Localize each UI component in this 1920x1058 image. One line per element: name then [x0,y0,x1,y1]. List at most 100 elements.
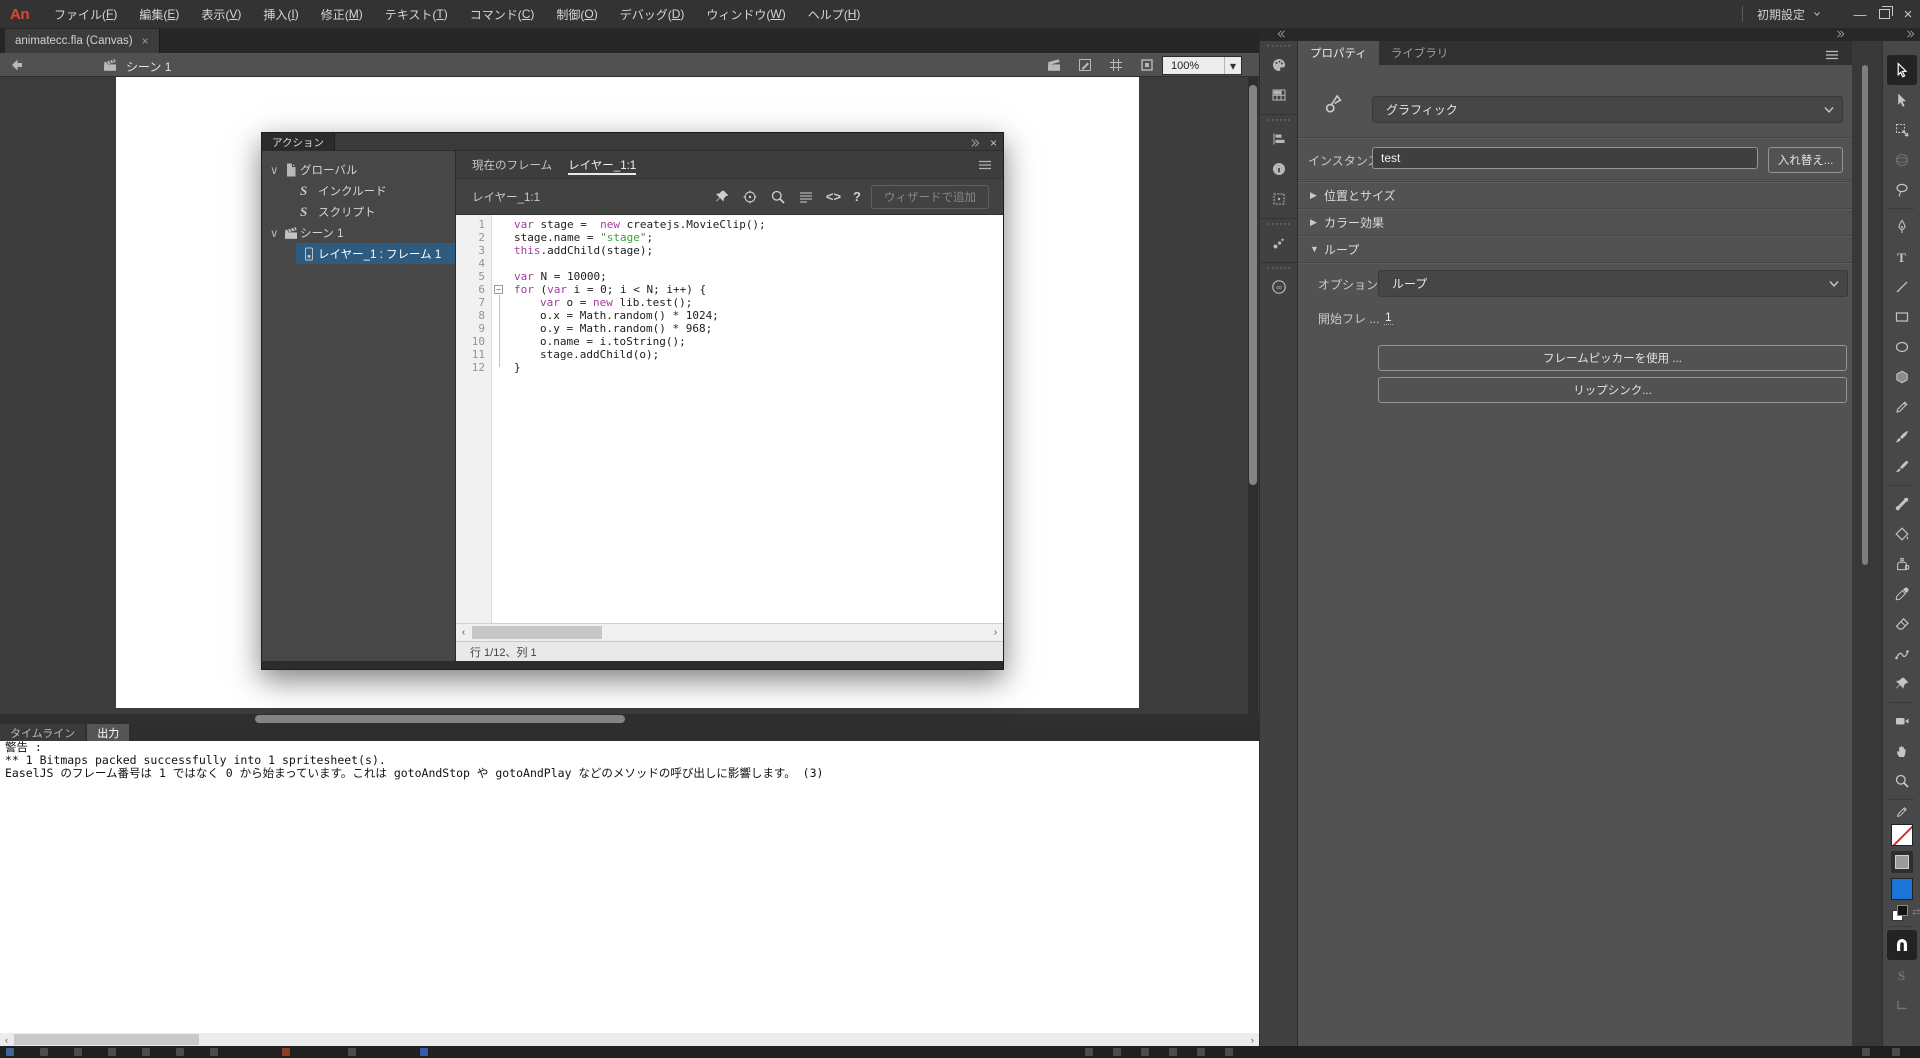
tool-text[interactable]: T [1887,242,1917,272]
zoom-select[interactable]: 100% ▾ [1162,56,1242,75]
swap-button[interactable]: 入れ替え... [1768,147,1843,173]
tool-subselection[interactable] [1887,85,1917,115]
menu-item-2[interactable]: 表示(V) [190,0,252,29]
bottom-tab-タイムライン[interactable]: タイムライン [0,724,86,741]
expand-chevron-icon[interactable]: ∨ [270,226,282,240]
dock-panel-transform[interactable] [1267,184,1290,214]
tool-selection[interactable] [1886,55,1917,85]
search-icon[interactable] [770,189,786,205]
dock-panel-motion-presets[interactable] [1267,228,1290,258]
tool-rotation-3d[interactable] [1887,145,1917,175]
dock-panel-swatches[interactable] [1267,80,1290,110]
actions-tab[interactable]: 現在のフレーム [472,151,552,179]
expand-chevron-icon[interactable]: ∨ [270,163,282,177]
tool-width[interactable] [1887,639,1917,669]
menu-item-8[interactable]: デバッグ(D) [609,0,696,29]
tool-lasso[interactable] [1887,175,1917,205]
dock-panel-color[interactable] [1267,50,1290,80]
back-arrow-icon[interactable] [8,57,24,73]
format-lines-icon[interactable] [798,189,814,205]
scrollbar-thumb[interactable] [14,1034,199,1045]
actions-tab[interactable]: レイヤー_1:1 [568,151,637,179]
menu-item-3[interactable]: 挿入(I) [252,0,309,29]
menu-item-9[interactable]: ウィンドウ(W) [695,0,796,29]
tool-free-transform[interactable] [1887,115,1917,145]
tree-item[interactable]: レイヤー_1 : フレーム 1 [296,243,455,264]
fill-indicator[interactable] [1890,851,1913,873]
tool-pin[interactable] [1887,669,1917,699]
taskbar-icon[interactable] [420,1048,428,1056]
bottom-tab-出力[interactable]: 出力 [87,724,130,741]
default-colors-icon[interactable]: ⇄ [1891,905,1920,921]
target-icon[interactable] [742,189,758,205]
help-icon[interactable]: ? [853,190,861,203]
tool-magnet[interactable] [1886,930,1917,960]
double-chevron-right-icon[interactable] [1905,29,1915,39]
close-icon[interactable]: × [142,34,149,48]
output-log[interactable]: 警告 : ** 1 Bitmaps packed successfully int… [0,741,1259,1033]
section-position-size[interactable]: ▶ 位置とサイズ [1298,181,1852,208]
section-color-effect[interactable]: ▶ カラー効果 [1298,208,1852,235]
scroll-left-arrow-icon[interactable]: ‹ [0,1033,13,1046]
taskbar-icon[interactable] [210,1048,218,1056]
tool-polystar[interactable] [1887,362,1917,392]
tool-paint-brush[interactable] [1887,422,1917,452]
panel-menu-icon[interactable] [1824,47,1840,63]
instance-name-input[interactable] [1372,147,1758,169]
grid-icon[interactable] [1108,57,1124,73]
stage-horizontal-scrollbar[interactable] [0,714,1259,724]
tool-rectangle[interactable] [1887,302,1917,332]
menu-item-4[interactable]: 修正(M) [310,0,374,29]
taskbar-icon[interactable] [1141,1048,1149,1056]
taskbar-icon[interactable] [1085,1048,1093,1056]
tab-properties[interactable]: プロパティ [1298,41,1379,65]
dock-panel-align[interactable] [1267,124,1290,154]
double-chevron-left-icon[interactable] [1277,29,1287,39]
taskbar-icon[interactable] [1892,1048,1900,1056]
tool-camera[interactable] [1887,706,1917,736]
taskbar-icon[interactable] [282,1048,290,1056]
minimize-button[interactable]: — [1848,4,1872,24]
edit-scene-icon[interactable] [1046,57,1062,73]
taskbar-icon[interactable] [40,1048,48,1056]
dock-panel-creative-cloud[interactable]: ∞ [1267,272,1290,302]
tool-line[interactable] [1887,272,1917,302]
menu-item-6[interactable]: コマンド(C) [459,0,546,29]
tool-straighten[interactable] [1887,990,1917,1020]
start-frame-value[interactable]: 1 [1384,310,1393,325]
outline-box-icon[interactable] [1139,57,1155,73]
tree-item[interactable]: S スクリプト [262,201,455,222]
frame-picker-button[interactable]: フレームピッカーを使用 ... [1378,345,1847,371]
code-editor[interactable]: 1 var stage = new createjs.MovieClip(); 2 s… [456,215,1003,623]
actions-panel-header[interactable]: アクション × [262,133,1003,151]
taskbar-icon[interactable] [1225,1048,1233,1056]
close-button[interactable]: × [1896,4,1920,24]
tree-item[interactable]: S インクルード [262,180,455,201]
tool-zoom[interactable] [1887,766,1917,796]
actions-panel-tab[interactable]: アクション [262,133,335,151]
lip-sync-button[interactable]: リップシンク... [1378,377,1847,403]
symbol-type-select[interactable]: グラフィック [1372,96,1843,123]
menu-item-1[interactable]: 編集(E) [128,0,190,29]
menu-item-7[interactable]: 制御(O) [545,0,608,29]
taskbar-icon[interactable] [1169,1048,1177,1056]
code-horizontal-scrollbar[interactable]: ‹ › [456,623,1003,641]
tool-hand[interactable] [1887,736,1917,766]
taskbar-icon[interactable] [6,1048,14,1056]
edit-symbol-icon[interactable] [1077,57,1093,73]
taskbar-icon[interactable] [1197,1048,1205,1056]
tool-pencil[interactable] [1887,392,1917,422]
tool-pen[interactable] [1887,212,1917,242]
tool-oval[interactable] [1887,332,1917,362]
taskbar-icon[interactable] [1113,1048,1121,1056]
scroll-left-arrow-icon[interactable]: ‹ [456,624,471,641]
restore-button[interactable] [1872,4,1896,24]
double-chevron-right-icon[interactable] [969,135,980,151]
workspace-switcher[interactable]: 初期設定 [1757,6,1822,23]
tool-bone[interactable] [1887,489,1917,519]
menu-item-5[interactable]: テキスト(T) [374,0,459,29]
document-tab[interactable]: animatecc.fla (Canvas) × [5,29,160,53]
code-icon[interactable]: <> [826,190,841,203]
chevron-down-icon[interactable]: ▾ [1224,57,1241,74]
tab-library[interactable]: ライブラリ [1379,41,1461,65]
